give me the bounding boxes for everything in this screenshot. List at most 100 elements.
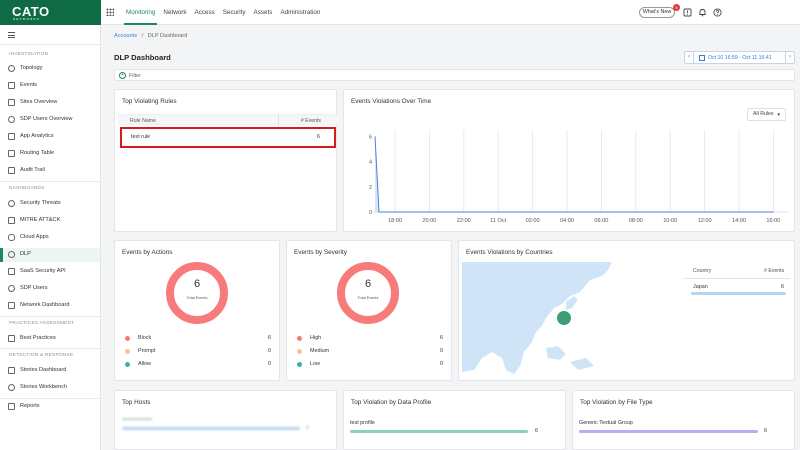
profile-name-cell[interactable]: test profile (350, 420, 375, 426)
sidebar-item-security-threats[interactable]: Security Threats (0, 197, 100, 211)
hamburger-menu-icon[interactable] (8, 32, 15, 38)
analytics-icon (8, 133, 15, 140)
saas-icon (8, 268, 15, 275)
legend-label: High (310, 335, 322, 341)
breadcrumb-accounts-link[interactable]: Accounts (114, 33, 137, 39)
sidebar-item-label: Topology (20, 65, 43, 71)
sidebar-divider (0, 398, 100, 399)
prev-range-icon[interactable]: ‹ (685, 52, 694, 63)
legend-item[interactable]: Block 6 (125, 334, 271, 344)
sidebar-item-network-dashboard[interactable]: Network Dashboard (0, 299, 100, 313)
chart-x-tick-label: 04:00 (560, 218, 574, 224)
sidebar-item-app-analytics[interactable]: App Analytics (0, 130, 100, 144)
sidebar-item-label: Security Threats (20, 200, 61, 206)
rule-events-cell: 6 (317, 134, 320, 140)
filter-bar[interactable]: + Filter (114, 69, 795, 81)
whats-new-count-badge: 6 (673, 4, 680, 11)
legend-label: Prompt (138, 348, 156, 354)
topology-icon (8, 65, 15, 72)
card-title: Top Hosts (122, 399, 151, 406)
sidebar-item-best-practices[interactable]: Best Practices (0, 332, 100, 346)
sidebar-item-label: App Analytics (20, 133, 54, 139)
top-bar: CATO NETWORKS Monitoring Network Access … (0, 0, 800, 25)
checklist-icon (8, 335, 15, 342)
top-data-profile-card: Top Violation by Data Profile (343, 390, 566, 450)
column-header-events[interactable]: # Events (301, 118, 321, 124)
nav-access[interactable]: Access (191, 0, 219, 25)
mitre-icon (8, 217, 15, 224)
sidebar-divider (0, 316, 100, 317)
sidebar-item-label: SaaS Security API (20, 268, 66, 274)
actions-donut-chart[interactable]: 6 Total Events (166, 262, 228, 324)
sidebar-item-topology[interactable]: Topology (0, 62, 100, 76)
nav-assets[interactable]: Assets (250, 0, 277, 25)
sidebar-item-saas-security[interactable]: SaaS Security API (0, 265, 100, 279)
nav-monitoring[interactable]: Monitoring (122, 0, 159, 25)
sidebar-item-events[interactable]: Events (0, 79, 100, 93)
chart-grid (372, 130, 788, 213)
sidebar-item-dlp[interactable]: DLP (0, 248, 100, 262)
chart-y-ticks: 0 2 4 6 (369, 134, 372, 216)
host-events-cell: 6 (306, 425, 309, 431)
rules-select[interactable]: All Rules ▼ (747, 108, 786, 121)
user-icon (8, 116, 15, 123)
sidebar-item-mitre[interactable]: MITRE ATT&CK (0, 214, 100, 228)
add-filter-icon[interactable]: + (119, 72, 126, 79)
whats-new-button[interactable]: What's New (639, 7, 675, 18)
sidebar-item-sdp-users-overview[interactable]: SDP Users Overview (0, 113, 100, 127)
nav-administration[interactable]: Administration (276, 0, 324, 25)
column-header-country[interactable]: Country (693, 268, 711, 274)
sidebar-item-stories-workbench[interactable]: Stories Workbench (0, 381, 100, 395)
sidebar-item-sites-overview[interactable]: Sites Overview (0, 96, 100, 110)
legend-value: 0 (268, 361, 271, 367)
country-name-cell[interactable]: Japan (693, 284, 708, 290)
sidebar-item-stories-dashboard[interactable]: Stories Dashboard (0, 364, 100, 378)
severity-donut-chart[interactable]: 6 Total Events (337, 262, 399, 324)
card-title: Events by Severity (294, 249, 347, 256)
sidebar-item-cloud-apps[interactable]: Cloud Apps (0, 231, 100, 245)
help-icon[interactable] (713, 8, 722, 17)
nav-network[interactable]: Network (159, 0, 190, 25)
cato-logo[interactable]: CATO NETWORKS (0, 0, 101, 25)
profile-events-cell: 6 (535, 428, 538, 434)
breadcrumb: Accounts / DLP Dashboard (114, 33, 187, 39)
sidebar-divider (0, 181, 100, 182)
app-grid-icon[interactable] (106, 8, 114, 16)
next-range-icon[interactable]: › (785, 52, 794, 63)
legend-item[interactable]: Medium 0 (297, 347, 443, 357)
chart-x-tick-label: 06:00 (594, 218, 608, 224)
legend-value: 6 (268, 335, 271, 341)
country-bar (691, 292, 786, 295)
main-nav: Monitoring Network Access Security Asset… (122, 0, 324, 25)
bell-icon[interactable] (698, 8, 707, 17)
sidebar-item-sdp-users[interactable]: SDP Users (0, 282, 100, 296)
legend-item[interactable]: Prompt 0 (125, 347, 271, 357)
world-map[interactable] (462, 262, 672, 377)
column-header-events[interactable]: # Events (764, 268, 784, 274)
donut-total: 6 (364, 278, 372, 290)
reports-icon (8, 403, 15, 410)
page-title: DLP Dashboard (114, 53, 171, 62)
chart-x-tick-label: 16:00 (766, 218, 780, 224)
chart-x-tick-label: 08:00 (629, 218, 643, 224)
nav-security[interactable]: Security (219, 0, 250, 25)
legend-item[interactable]: High 6 (297, 334, 443, 344)
sidebar-item-routing-table[interactable]: Routing Table (0, 147, 100, 161)
sidebar-divider (0, 348, 100, 349)
sidebar-item-audit-trail[interactable]: Audit Trail (0, 164, 100, 178)
legend-item[interactable]: Low 0 (297, 360, 443, 370)
table-row[interactable]: test rule 6 (120, 127, 336, 148)
legend-item[interactable]: Allow 0 (125, 360, 271, 370)
legend-value: 0 (440, 361, 443, 367)
file-type-name-cell[interactable]: Generic Textual Group (579, 420, 633, 426)
notes-icon[interactable] (683, 8, 692, 17)
threat-icon (8, 200, 15, 207)
sidebar-item-reports[interactable]: Reports (0, 400, 100, 414)
date-range-label: Oct 10 16:59 - Oct 11 16:41 (708, 55, 772, 61)
chart-x-ticks: 18:00 20:00 22:00 11 Oct 02:00 04:00 06:00 08:0… (388, 218, 780, 224)
date-range-picker[interactable]: ‹ Oct 10 16:59 - Oct 11 16:41 › (684, 51, 795, 64)
events-icon (8, 82, 15, 89)
sidebar-item-label: Stories Dashboard (20, 367, 67, 373)
column-header-rule-name[interactable]: Rule Name (130, 118, 156, 124)
legend-value: 0 (268, 348, 271, 354)
